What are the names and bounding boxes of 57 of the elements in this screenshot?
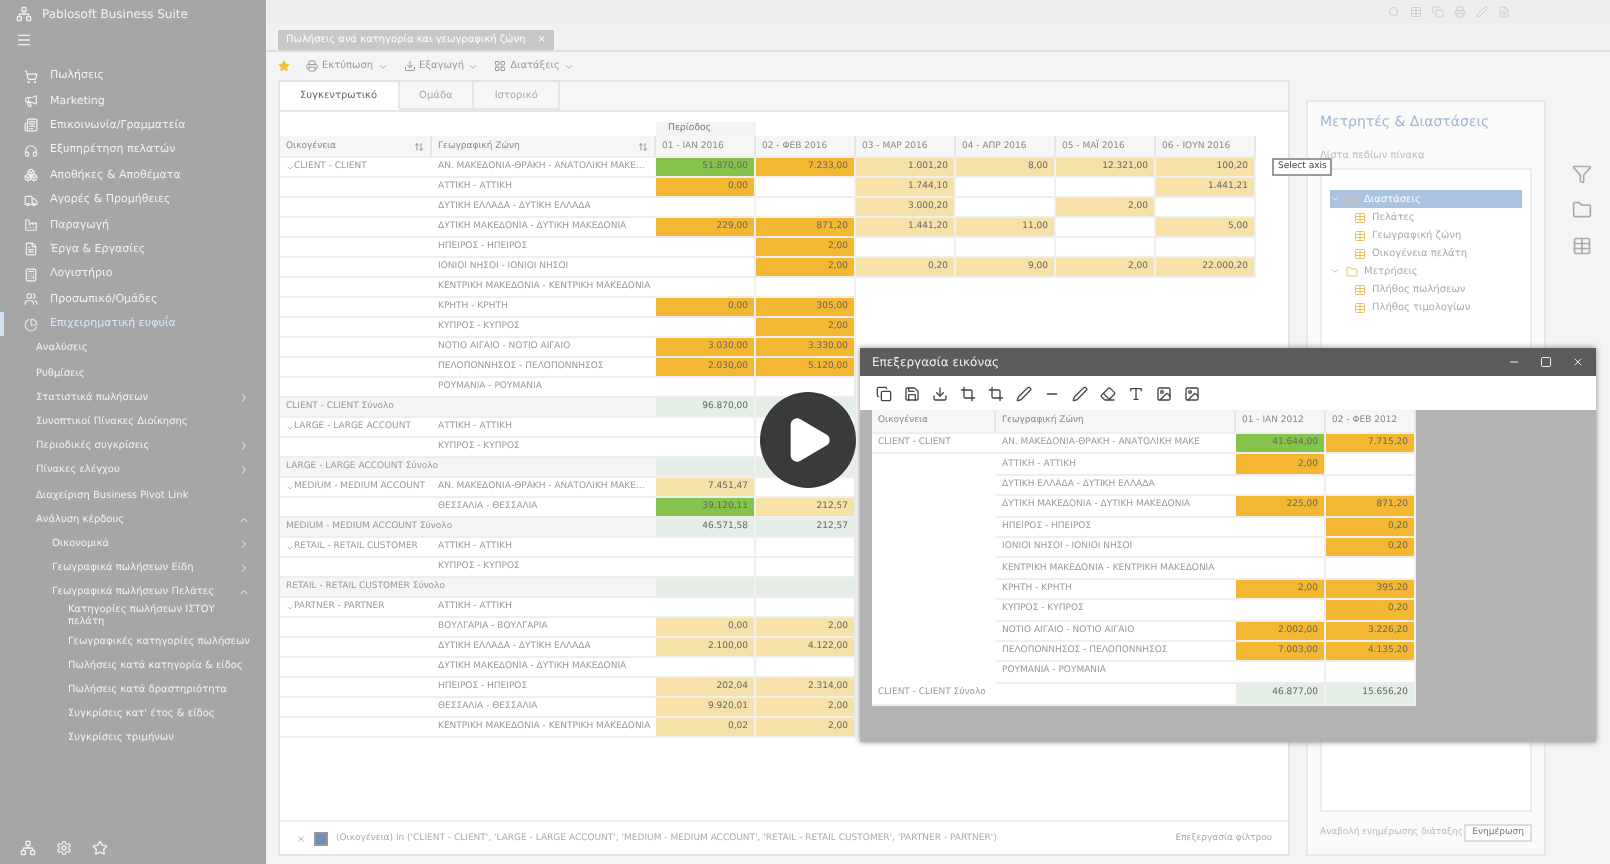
table-icon — [1354, 211, 1366, 223]
module-icon — [24, 168, 38, 183]
module-icon — [24, 143, 38, 158]
module-icon — [24, 69, 38, 84]
sort-icon[interactable] — [638, 141, 648, 151]
caret-icon — [377, 61, 388, 71]
table-icon — [1354, 229, 1366, 241]
editor-tool-icon[interactable] — [1128, 385, 1144, 401]
toolbar-icon[interactable] — [1498, 6, 1510, 18]
minimize-icon[interactable] — [1508, 356, 1520, 368]
toolbar-icon[interactable] — [1432, 6, 1444, 18]
module-icon — [24, 267, 38, 282]
folder-icon[interactable] — [1572, 200, 1592, 220]
download-icon — [403, 60, 416, 72]
settings-icon[interactable] — [56, 840, 72, 856]
module-icon — [24, 292, 38, 307]
editor-tool-icon[interactable] — [988, 385, 1004, 401]
module-icon — [24, 118, 38, 133]
editor-tool-icon[interactable] — [1156, 385, 1172, 401]
table-icon — [1354, 283, 1366, 295]
table-icon — [1354, 247, 1366, 259]
caret-icon — [468, 61, 479, 71]
menu-icon[interactable] — [16, 32, 32, 48]
table-icon — [1354, 301, 1366, 313]
editor-tool-icon[interactable] — [932, 385, 948, 401]
module-icon — [24, 242, 38, 257]
module-icon — [24, 94, 38, 109]
chevron-down-icon — [1330, 194, 1340, 204]
filter-checkbox[interactable] — [314, 831, 328, 845]
module-icon — [24, 317, 38, 332]
editor-tool-icon[interactable] — [960, 385, 976, 401]
printer-icon — [306, 60, 318, 72]
logo-icon — [16, 6, 32, 22]
module-icon — [24, 218, 38, 233]
toolbar-icon[interactable] — [1476, 6, 1488, 18]
chevron-right-icon — [238, 391, 250, 404]
chevron-down-icon — [1330, 266, 1340, 276]
grid-icon — [494, 60, 507, 72]
editor-tool-icon[interactable] — [1184, 385, 1200, 401]
chevron-up-icon — [238, 513, 250, 526]
folder-icon — [1346, 265, 1358, 277]
folder-icon — [1346, 193, 1358, 205]
network-icon[interactable] — [20, 840, 36, 856]
editor-tool-icon[interactable] — [1100, 385, 1116, 401]
editor-tool-icon[interactable] — [904, 385, 920, 401]
table-icon[interactable] — [1572, 236, 1592, 256]
toolbar-icon[interactable] — [1454, 6, 1466, 18]
star-icon[interactable] — [278, 60, 290, 72]
editor-tool-icon[interactable] — [876, 385, 892, 401]
module-icon — [24, 193, 38, 208]
maximize-icon[interactable] — [1540, 356, 1552, 368]
toolbar-icon[interactable] — [1410, 6, 1422, 18]
chevron-up-icon — [238, 586, 250, 599]
sort-icon[interactable] — [414, 141, 424, 151]
toolbar-icon[interactable] — [1388, 6, 1400, 18]
filter-icon[interactable] — [1572, 164, 1592, 184]
caret-icon — [563, 61, 574, 71]
